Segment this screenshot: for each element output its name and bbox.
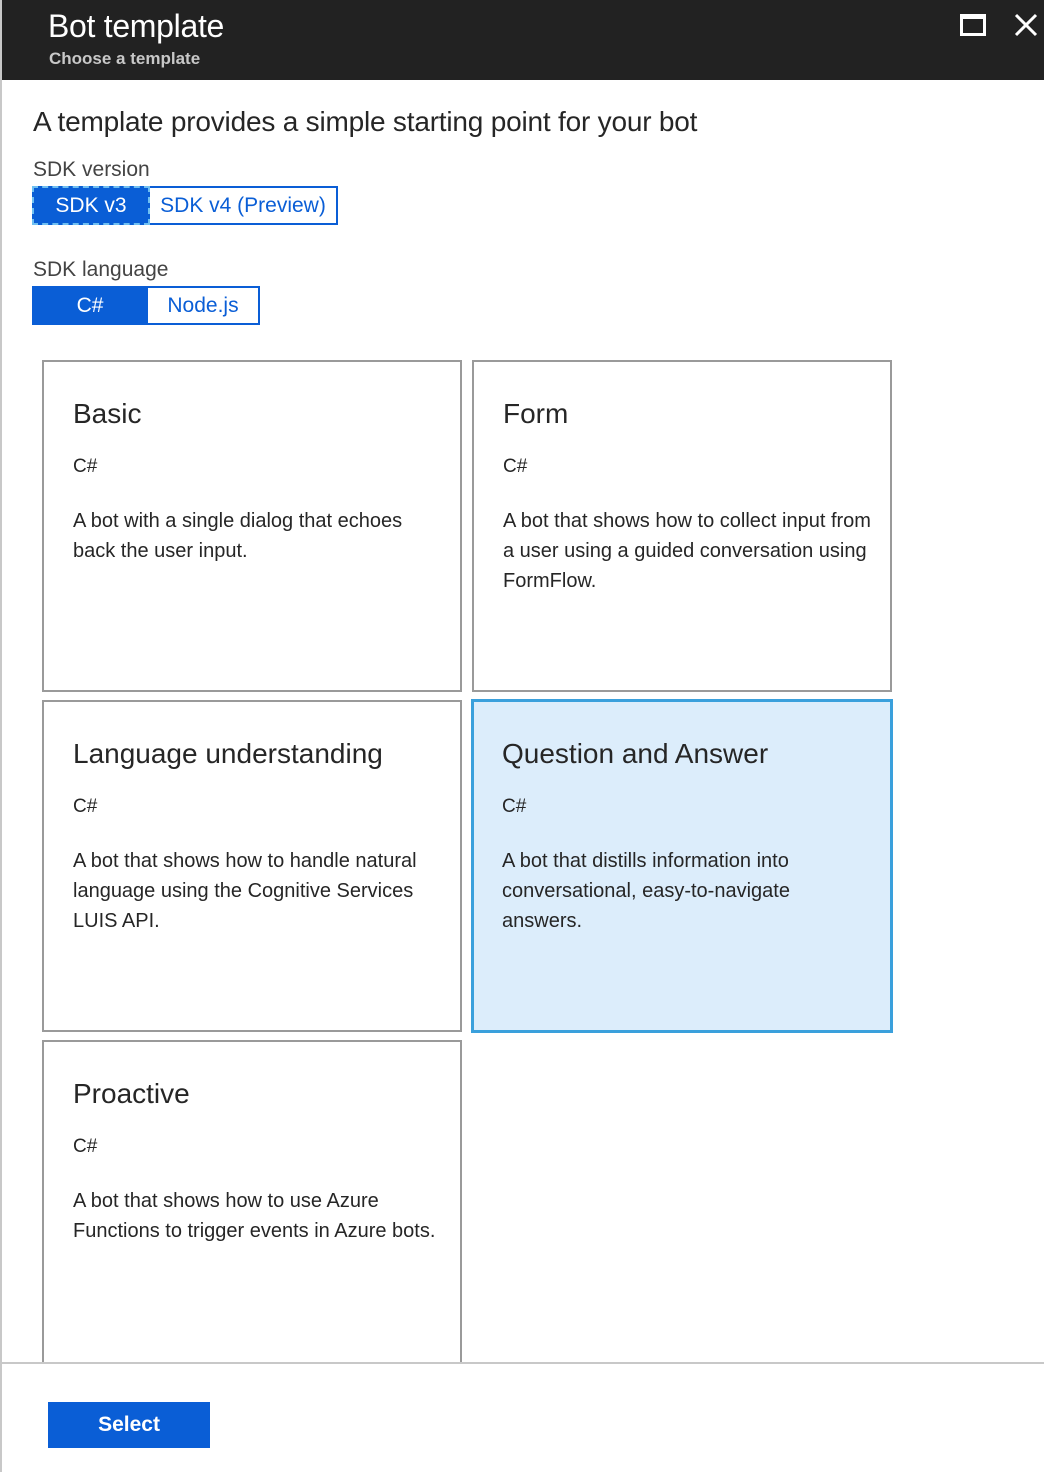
sdk-version-label: SDK version xyxy=(33,158,150,181)
maximize-icon[interactable] xyxy=(960,14,986,36)
nodejs-option[interactable]: Node.js xyxy=(148,286,260,325)
close-icon-glyph xyxy=(1014,13,1038,37)
csharp-option[interactable]: C# xyxy=(32,286,148,325)
template-name: Question and Answer xyxy=(502,738,769,769)
template-card-form[interactable]: Form C# A bot that shows how to collect … xyxy=(472,360,892,692)
template-card-proactive[interactable]: Proactive C# A bot that shows how to use… xyxy=(42,1040,462,1362)
template-name: Language understanding xyxy=(73,738,383,769)
template-description: A bot that shows how to collect input fr… xyxy=(503,510,871,592)
close-icon[interactable] xyxy=(1012,8,1040,40)
sdk-v3-option[interactable]: SDK v3 xyxy=(32,186,150,225)
template-description: A bot with a single dialog that echoes b… xyxy=(73,510,403,562)
template-card-language-understanding[interactable]: Language understanding C# A bot that sho… xyxy=(42,700,462,1032)
template-description: A bot that distills information into con… xyxy=(502,850,790,932)
sdk-language-label: SDK language xyxy=(33,258,169,281)
template-description: A bot that shows how to handle natural l… xyxy=(73,850,417,932)
template-name: Basic xyxy=(73,398,142,429)
template-card-question-and-answer[interactable]: Question and Answer C# A bot that distil… xyxy=(471,699,893,1033)
template-description: A bot that shows how to use Azure Functi… xyxy=(73,1190,436,1242)
template-language: C# xyxy=(502,796,527,817)
blade-header: Bot template Choose a template xyxy=(2,0,1044,80)
template-language: C# xyxy=(73,796,98,817)
template-name: Proactive xyxy=(73,1078,190,1109)
template-language: C# xyxy=(503,456,528,477)
blade-title: Bot template xyxy=(48,8,225,44)
sdk-language-selector: C# Node.js xyxy=(32,286,260,325)
select-button[interactable]: Select xyxy=(48,1402,210,1448)
blade-footer: Select xyxy=(2,1362,1044,1472)
sdk-version-selector: SDK v3 SDK v4 (Preview) xyxy=(32,186,338,225)
blade-content: A template provides a simple starting po… xyxy=(2,80,1044,1362)
template-language: C# xyxy=(73,456,98,477)
template-card-basic[interactable]: Basic C# A bot with a single dialog that… xyxy=(42,360,462,692)
template-name: Form xyxy=(503,398,569,429)
bot-template-blade: Bot template Choose a template A templat… xyxy=(0,0,1044,1472)
blade-subtitle: Choose a template xyxy=(49,49,201,68)
intro-text: A template provides a simple starting po… xyxy=(33,106,698,137)
sdk-v4-option[interactable]: SDK v4 (Preview) xyxy=(150,186,338,225)
template-language: C# xyxy=(73,1136,98,1157)
